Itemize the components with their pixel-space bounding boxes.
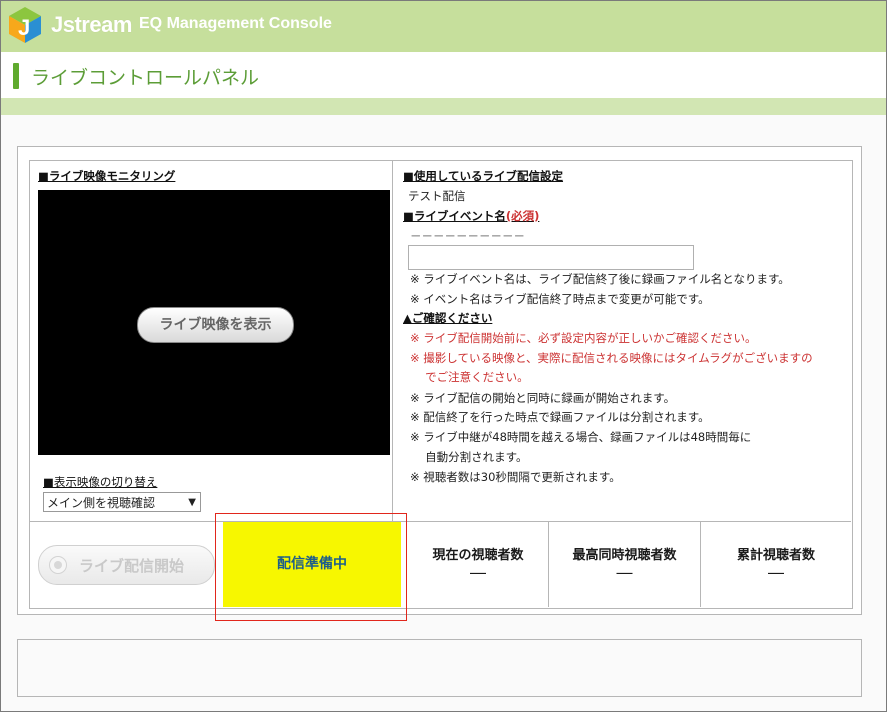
note-line: ※ 視聴者数は30秒間隔で更新されます。 bbox=[410, 470, 621, 484]
start-live-label: ライブ配信開始 bbox=[79, 557, 185, 575]
show-video-button[interactable]: ライブ映像を表示 bbox=[137, 307, 294, 343]
column-divider bbox=[392, 161, 393, 521]
stat-label: 現在の視聴者数 bbox=[432, 548, 524, 563]
chevron-down-icon: ▼ bbox=[188, 497, 196, 508]
stat-label: 累計視聴者数 bbox=[736, 548, 815, 563]
page-title: ライブコントロールパネル bbox=[31, 67, 260, 89]
note-line: 自動分割されます。 bbox=[410, 450, 528, 464]
window: J Jstream EQ Management Console ライブコントロー… bbox=[0, 0, 887, 712]
footer-panel bbox=[17, 639, 862, 697]
stat-value: ― bbox=[616, 563, 633, 582]
warning-line: ※ ライブ配信開始前に、必ず設定内容が正しいかご確認ください。 bbox=[410, 331, 757, 345]
warning-line: でご注意ください。 bbox=[410, 370, 529, 384]
video-switch-value: メイン側を視聴確認 bbox=[47, 496, 156, 510]
event-name-heading: ■ライブイベント名(必須) bbox=[403, 208, 539, 224]
jstream-logo: J Jstream bbox=[7, 5, 132, 47]
switch-heading: ■表示映像の切り替え bbox=[43, 475, 158, 489]
note-line: ※ イベント名はライブ配信終了時点まで変更が可能です。 bbox=[410, 292, 710, 306]
confirm-heading: ▲ご確認ください bbox=[403, 311, 493, 325]
cube-logo-icon: J bbox=[9, 7, 41, 43]
total-viewers: 累計視聴者数 ― bbox=[701, 522, 851, 607]
monitor-heading: ■ライブ映像モニタリング bbox=[38, 169, 176, 183]
title-accent-bar bbox=[13, 63, 19, 89]
stat-label: 最高同時視聴者数 bbox=[572, 548, 677, 563]
settings-heading: ■使用しているライブ配信設定 bbox=[403, 169, 564, 183]
top-header: J Jstream EQ Management Console bbox=[1, 1, 886, 52]
app-title: EQ Management Console bbox=[139, 15, 332, 32]
warning-line: ※ 撮影している映像と、実際に配信される映像にはタイムラグがございますの bbox=[410, 351, 813, 365]
note-line: ※ 配信終了を行った時点で録画ファイルは分割されます。 bbox=[410, 410, 710, 424]
required-label: (必須) bbox=[505, 209, 540, 223]
subheader-band bbox=[1, 98, 886, 115]
video-switch-select[interactable]: メイン側を視聴確認 ▼ bbox=[43, 492, 201, 512]
event-name-value: －－－－－－－－－－ bbox=[410, 229, 525, 243]
current-viewers: 現在の視聴者数 ― bbox=[408, 522, 548, 607]
stat-value: ― bbox=[768, 563, 784, 582]
highlight-frame bbox=[215, 513, 407, 621]
start-live-button[interactable]: ライブ配信開始 bbox=[38, 545, 215, 585]
event-name-label: ■ライブイベント名 bbox=[403, 209, 506, 223]
peak-viewers: 最高同時視聴者数 ― bbox=[549, 522, 700, 607]
settings-value: テスト配信 bbox=[408, 189, 466, 203]
note-line: ※ ライブイベント名は、ライブ配信終了後に録画ファイル名となります。 bbox=[410, 272, 790, 286]
note-line: ※ ライブ中継が48時間を越える場合、録画ファイルは48時間毎に bbox=[410, 430, 752, 444]
svg-text:J: J bbox=[18, 15, 30, 40]
note-line: ※ ライブ配信の開始と同時に録画が開始されます。 bbox=[410, 391, 676, 405]
logo-text: Jstream bbox=[51, 12, 132, 37]
event-name-input[interactable] bbox=[408, 245, 694, 270]
stat-value: ― bbox=[470, 563, 486, 582]
radio-icon bbox=[49, 556, 67, 574]
